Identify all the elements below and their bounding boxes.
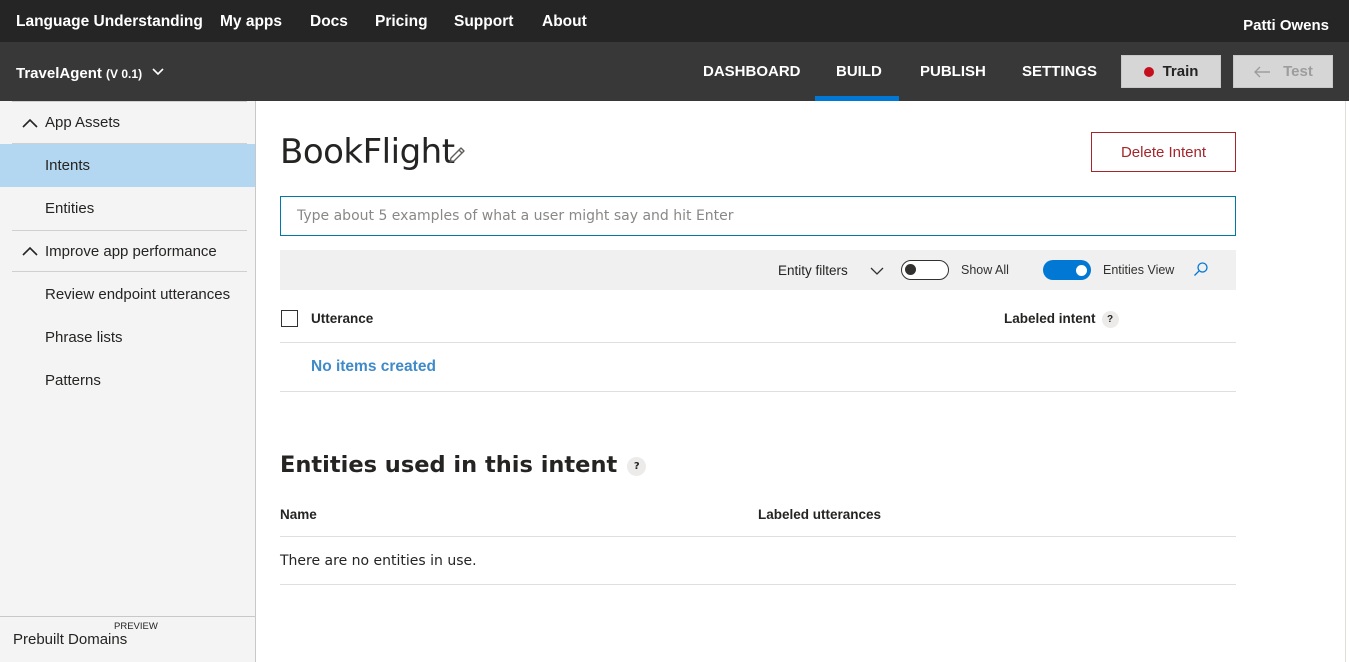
tab-publish[interactable]: PUBLISH — [920, 63, 986, 80]
top-nav-bar: Language Understanding My apps Docs Pric… — [0, 0, 1349, 42]
divider — [280, 584, 1236, 585]
sidebar: App Assets Intents Entities Improve app … — [0, 101, 256, 662]
page-title: BookFlight — [280, 132, 455, 172]
sidebar-item-intents[interactable]: Intents — [0, 144, 255, 187]
show-all-label: Show All — [961, 263, 1009, 277]
column-header-name[interactable]: Name — [280, 507, 317, 522]
search-icon[interactable] — [1193, 261, 1209, 282]
column-header-labeled-intent[interactable]: Labeled intent? — [1004, 311, 1119, 328]
toggle-knob — [905, 264, 916, 275]
train-button[interactable]: Train — [1121, 55, 1221, 88]
divider — [280, 342, 1236, 343]
select-all-checkbox[interactable] — [281, 310, 298, 327]
tab-settings[interactable]: SETTINGS — [1022, 63, 1097, 80]
column-header-utterance[interactable]: Utterance — [311, 311, 373, 326]
empty-entities-message: There are no entities in use. — [280, 553, 477, 569]
active-tab-indicator — [815, 96, 899, 101]
entities-view-toggle[interactable] — [1043, 260, 1091, 280]
labeled-intent-label: Labeled intent — [1004, 311, 1096, 326]
chevron-down-icon — [152, 63, 164, 80]
sidebar-section-app-assets[interactable]: App Assets — [12, 102, 247, 144]
sidebar-section-improve[interactable]: Improve app performance — [12, 230, 247, 272]
entities-view-label: Entities View — [1103, 263, 1175, 277]
utterance-input[interactable] — [280, 196, 1236, 236]
empty-utterances-message: No items created — [311, 358, 436, 375]
entity-filters-label[interactable]: Entity filters — [778, 263, 848, 278]
delete-intent-button[interactable]: Delete Intent — [1091, 132, 1236, 172]
nav-about[interactable]: About — [542, 13, 587, 31]
filter-bar: Entity filters Show All Entities View — [280, 250, 1236, 290]
brand-link[interactable]: Language Understanding — [16, 13, 203, 31]
section-label: App Assets — [45, 114, 121, 131]
train-label: Train — [1162, 63, 1199, 80]
show-all-toggle[interactable] — [901, 260, 949, 280]
tab-dashboard[interactable]: DASHBOARD — [703, 63, 801, 80]
status-dot-icon — [1143, 66, 1154, 77]
prebuilt-label: Prebuilt Domains — [13, 631, 128, 648]
app-toolbar: TravelAgent (V 0.1) DASHBOARD BUILD PUBL… — [0, 42, 1349, 101]
sidebar-item-prebuilt-domains[interactable]: PREVIEW Prebuilt Domains — [0, 616, 255, 662]
sidebar-item-entities[interactable]: Entities — [0, 187, 255, 230]
arrow-left-icon — [1253, 66, 1271, 78]
help-icon[interactable]: ? — [627, 457, 647, 476]
entities-title-text: Entities used in this intent — [280, 452, 618, 478]
app-version: (V 0.1) — [106, 67, 143, 81]
nav-my-apps[interactable]: My apps — [220, 13, 282, 31]
divider — [280, 536, 1236, 537]
test-button[interactable]: Test — [1233, 55, 1333, 88]
sidebar-item-patterns[interactable]: Patterns — [0, 359, 255, 402]
scrollbar-track[interactable] — [1345, 101, 1346, 662]
nav-support[interactable]: Support — [454, 13, 513, 31]
app-name: TravelAgent — [16, 65, 102, 82]
user-name[interactable]: Patti Owens — [1243, 17, 1329, 34]
section-label: Improve app performance — [45, 242, 217, 260]
toggle-knob — [1076, 264, 1087, 276]
sidebar-item-review-endpoint-utterances[interactable]: Review endpoint utterances — [0, 273, 255, 316]
app-selector[interactable]: TravelAgent (V 0.1) — [16, 63, 164, 82]
help-icon[interactable]: ? — [1101, 311, 1119, 328]
chevron-down-icon[interactable] — [870, 263, 884, 281]
column-header-labeled-utterances[interactable]: Labeled utterances — [758, 507, 881, 522]
tab-build[interactable]: BUILD — [836, 63, 882, 80]
test-label: Test — [1283, 63, 1313, 80]
sidebar-item-phrase-lists[interactable]: Phrase lists — [0, 316, 255, 359]
nav-pricing[interactable]: Pricing — [375, 13, 428, 31]
chevron-up-icon — [22, 118, 40, 128]
chevron-up-icon — [22, 246, 40, 256]
edit-pencil-icon[interactable] — [447, 145, 467, 170]
nav-docs[interactable]: Docs — [310, 13, 348, 31]
entities-section-title: Entities used in this intent? — [280, 452, 647, 478]
divider — [280, 391, 1236, 392]
